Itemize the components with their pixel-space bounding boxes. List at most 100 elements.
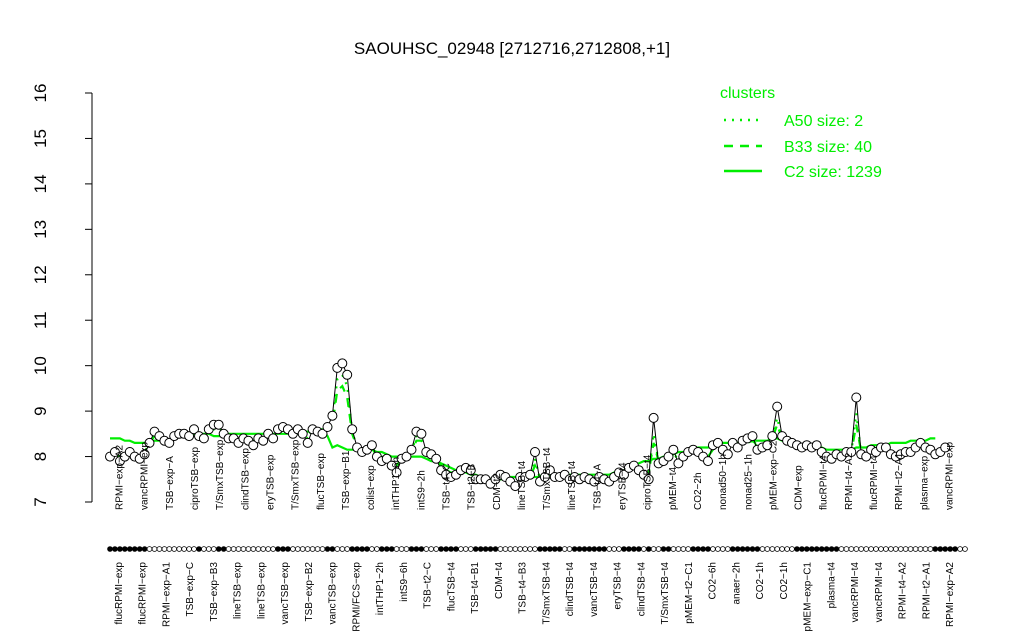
data-point [213, 419, 224, 430]
sample-marker [388, 546, 395, 552]
sample-marker [739, 546, 746, 552]
x-tick-label-top: T/SmxTSB−t4 [542, 447, 553, 510]
sample-marker [601, 546, 607, 552]
sample-marker [808, 546, 815, 552]
sample-marker [551, 546, 558, 552]
sample-marker [127, 546, 133, 552]
sample-marker [779, 546, 785, 552]
x-tick-label-bottom: flucTSB−t4 [446, 562, 457, 612]
sample-marker [937, 546, 944, 552]
sample-marker [542, 546, 548, 552]
sample-marker [591, 546, 598, 552]
x-tick-label-top: T/SmxTSB−exp [291, 439, 302, 510]
x-tick-label-top: CO2−2h [693, 472, 704, 510]
sample-marker [957, 546, 963, 552]
sample-marker [275, 546, 281, 552]
sample-marker [556, 546, 563, 552]
sample-marker [922, 546, 929, 552]
sample-marker [428, 546, 435, 552]
sample-marker [423, 546, 430, 552]
marker-row [107, 546, 968, 552]
x-tick-label-bottom: RPMI−t4−A2 [898, 562, 909, 620]
sample-marker [309, 546, 316, 552]
sample-marker [176, 546, 183, 552]
sample-marker [868, 546, 874, 552]
x-tick-label-bottom: flucRPMI−exp [138, 562, 149, 625]
sample-marker [823, 546, 830, 552]
sample-marker [413, 546, 420, 552]
x-tick-label-top: plasma−exp [919, 455, 930, 510]
x-tick-label-top: vancRPMI−exp [140, 441, 151, 510]
y-tick-label: 9 [31, 406, 50, 415]
sample-marker [502, 546, 509, 552]
sample-marker [561, 546, 568, 552]
sample-marker [794, 546, 800, 552]
sample-marker [803, 546, 810, 552]
x-tick-label-bottom: intTHP1−2h [375, 562, 386, 615]
sample-marker [136, 546, 143, 552]
x-tick-label-bottom: T/SmxTSB−t4 [660, 562, 671, 625]
sample-marker [151, 546, 158, 552]
y-axis: 7 8 9 10 11 12 13 14 15 16 [31, 84, 93, 507]
x-tick-label-top: vancRPMI−exp [944, 441, 955, 510]
sample-marker [655, 546, 662, 552]
sample-marker [191, 546, 197, 552]
sample-marker [225, 546, 232, 552]
sample-marker [650, 546, 657, 552]
x-tick-label-top: TSB−exp−B1 [341, 450, 352, 510]
data-point [772, 401, 783, 412]
sample-marker [734, 546, 741, 552]
x-tick-label-bottom: vancTSB−t4 [589, 562, 600, 617]
sample-marker [255, 546, 262, 552]
sample-marker [349, 546, 356, 552]
sample-marker [927, 546, 934, 552]
sample-marker [383, 546, 390, 552]
sample-marker [364, 546, 370, 552]
sample-marker [166, 546, 173, 552]
sample-marker [507, 546, 514, 552]
x-tick-label-bottom: clindTSB−t4 [565, 562, 576, 617]
x-tick-label-top: flucRPMI−t4 [819, 455, 830, 510]
sample-marker [260, 546, 267, 552]
sample-marker [858, 546, 864, 552]
chart-title: SAOUHSC_02948 [2712716,2712808,+1] [354, 39, 670, 58]
sample-marker [695, 546, 701, 552]
legend-label-c2: C2 size: 1239 [784, 164, 882, 181]
sample-marker [329, 546, 336, 552]
x-tick-label-top: RPMI−exp−A2 [115, 445, 126, 510]
x-tick-label-top: nonad50−1h [718, 454, 729, 510]
sample-marker [813, 546, 820, 552]
sample-marker [458, 546, 464, 552]
y-tick-label: 14 [31, 174, 50, 193]
data-point [268, 433, 279, 444]
x-tick-label-top: lineTSB−t4 [517, 460, 528, 510]
sample-marker [932, 546, 939, 552]
sample-marker [245, 546, 252, 552]
sample-marker [512, 546, 519, 552]
sample-marker [250, 546, 257, 552]
sample-marker [690, 546, 696, 552]
sample-marker [853, 546, 860, 552]
sample-marker [799, 546, 805, 552]
x-tick-label-bottom: vancTSB−exp [328, 562, 339, 625]
y-tick-label: 10 [31, 356, 50, 375]
sample-marker [883, 546, 889, 552]
sample-marker [304, 546, 311, 552]
sample-marker [112, 546, 118, 552]
sample-marker [472, 546, 479, 552]
sample-marker [576, 546, 583, 552]
sample-marker [843, 546, 850, 552]
x-tick-label-bottom: lineTSB−exp [233, 562, 244, 619]
x-tick-label-bottom: clindTSB−t4 [636, 562, 647, 617]
sample-marker [749, 546, 756, 552]
data-point [747, 431, 758, 442]
sample-marker [828, 546, 835, 552]
sample-marker [962, 546, 968, 552]
x-tick-label-bottom: TSB−exp−B2 [304, 562, 315, 622]
x-tick-label-bottom: TSB−exp−B3 [209, 562, 220, 622]
x-tick-label-top: clindTSB−exp [240, 448, 251, 510]
data-point [668, 444, 679, 455]
data-point [302, 437, 313, 448]
sample-marker [888, 546, 894, 552]
x-tick-label-top: eryTSB−exp [266, 454, 277, 510]
